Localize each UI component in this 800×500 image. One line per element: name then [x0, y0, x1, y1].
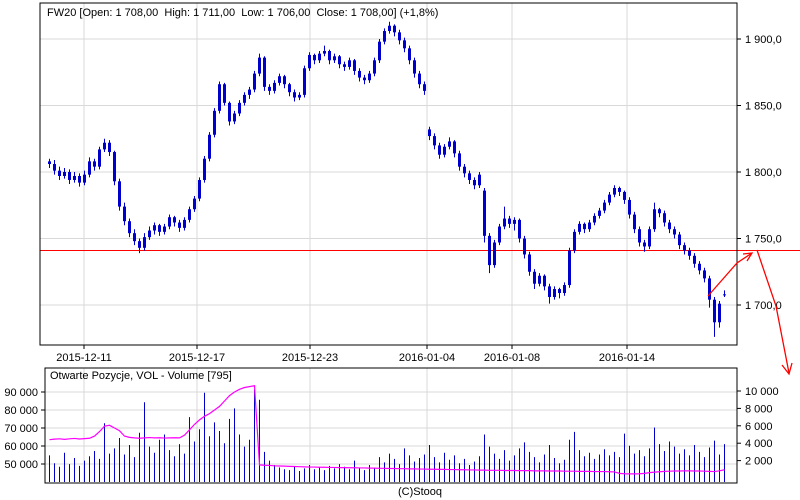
svg-text:8 000: 8 000	[745, 403, 773, 415]
svg-text:80 000: 80 000	[4, 405, 38, 417]
svg-text:10 000: 10 000	[745, 386, 779, 398]
svg-text:60 000: 60 000	[4, 441, 38, 453]
svg-text:1 800,0: 1 800,0	[745, 167, 782, 179]
svg-text:1 850,0: 1 850,0	[745, 101, 782, 113]
svg-text:2016-01-04: 2016-01-04	[399, 352, 455, 364]
axis-labels-layer: 1 900,01 850,01 800,01 750,01 700,02015-…	[4, 34, 781, 471]
svg-text:2 000: 2 000	[745, 456, 773, 468]
svg-text:6 000: 6 000	[745, 421, 773, 433]
svg-text:90 000: 90 000	[4, 387, 38, 399]
svg-text:50 000: 50 000	[4, 459, 38, 471]
svg-text:70 000: 70 000	[4, 423, 38, 435]
candles-layer	[48, 21, 726, 337]
stooq-futures-chart: 1 900,0 1 850,0 1 800,0 1 750,0 1 700,0 2015-…	[0, 0, 800, 500]
svg-text:2015-12-23: 2015-12-23	[282, 352, 338, 364]
svg-text:4 000: 4 000	[745, 438, 773, 450]
svg-text:2016-01-08: 2016-01-08	[484, 352, 540, 364]
chart-canvas: 1 900,01 850,01 800,01 750,01 700,02015-…	[4, 2, 800, 484]
svg-text:2016-01-14: 2016-01-14	[599, 352, 655, 364]
price-panel-title: FW20 [Open: 1 708,00 High: 1 711,00 Low:…	[47, 7, 439, 19]
svg-text:2015-12-11: 2015-12-11	[56, 352, 111, 364]
svg-text:2015-12-17: 2015-12-17	[169, 352, 225, 364]
svg-text:1 750,0: 1 750,0	[745, 234, 782, 246]
open-interest-line	[49, 384, 725, 475]
copyright-label: (C)Stooq	[397, 486, 443, 498]
volume-panel-title: Otwarte Pozycje, VOL - Volume [795]	[50, 370, 232, 382]
svg-text:1 900,0: 1 900,0	[745, 34, 782, 46]
